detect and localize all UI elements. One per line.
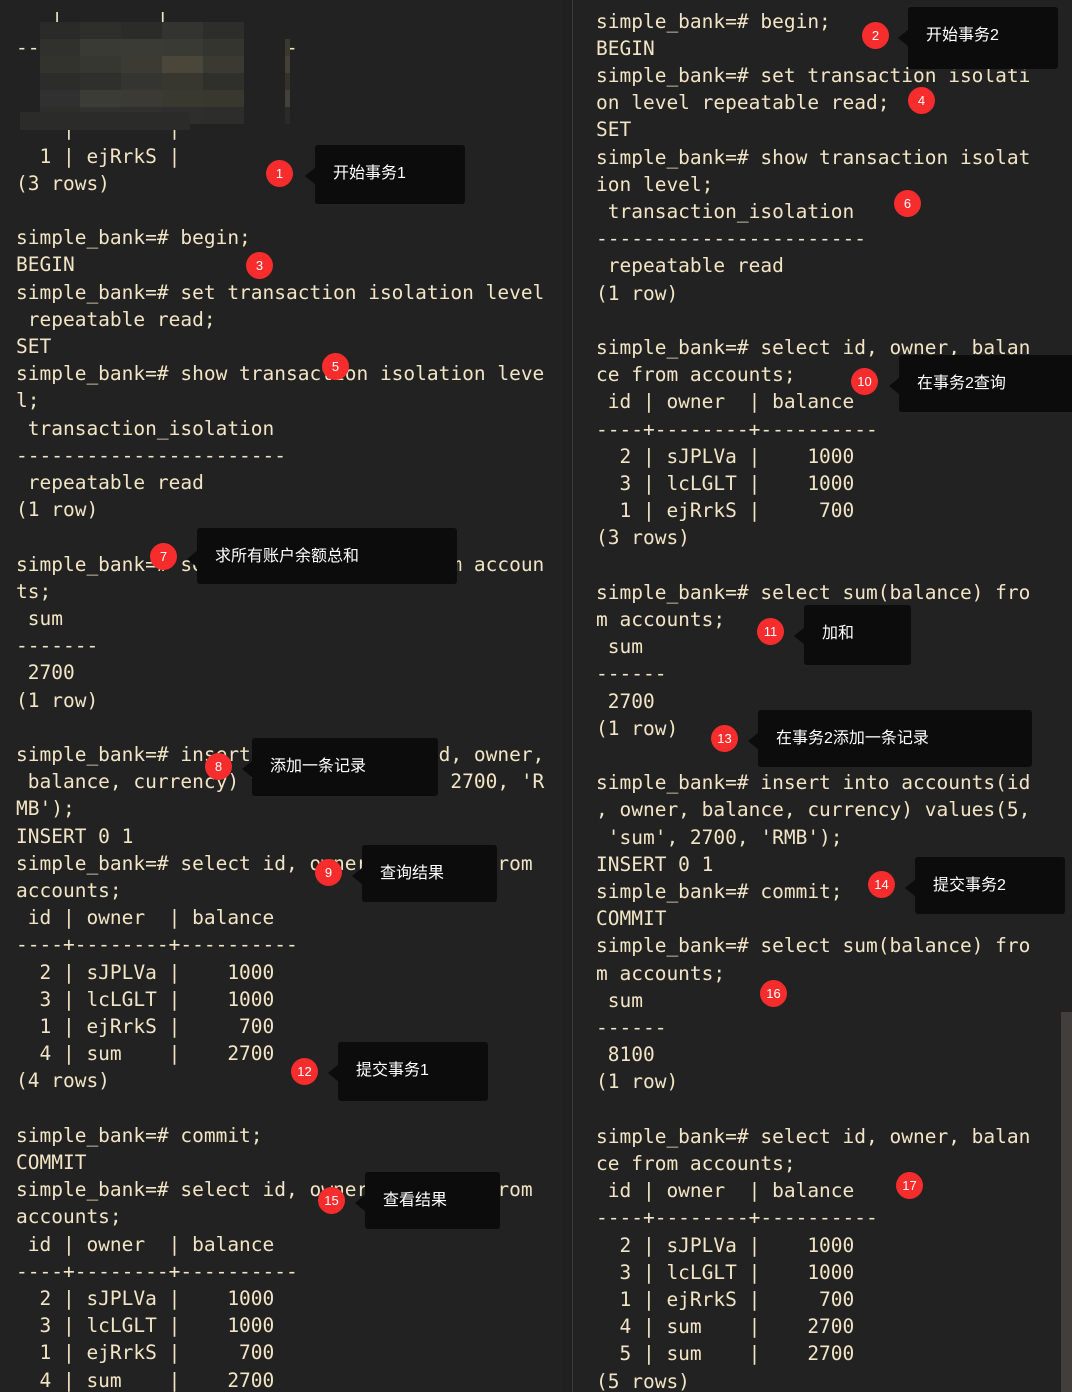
annotation-badge: 11 [757,618,784,645]
annotation-badge: 3 [246,252,273,279]
annotation-tooltip: 查询结果 [352,845,497,902]
annotation-badge: 17 [896,1172,923,1199]
annotation-badge: 5 [322,353,349,380]
annotation-badge: 8 [205,753,232,780]
annotation-badge: 16 [760,980,787,1007]
panel-divider [572,0,573,1392]
annotation-tooltip: 添加一条记录 [242,738,438,796]
terminal-output-right: simple_bank=# begin; BEGIN simple_bank=#… [596,9,1031,1392]
annotation-badge: 7 [150,543,177,570]
annotation-tooltip: 开始事务2 [898,7,1058,69]
annotation-badge: 10 [851,368,878,395]
annotation-tooltip: 提交事务1 [328,1042,488,1101]
annotation-badge: 1 [266,160,293,187]
annotation-tooltip: 在事务2添加一条记录 [748,710,1032,767]
annotation-badge: 14 [868,871,895,898]
annotation-badge: 2 [862,22,889,49]
annotation-badge: 15 [318,1187,345,1214]
annotation-badge: 12 [291,1058,318,1085]
annotation-badge: 4 [908,87,935,114]
annotation-tooltip: 提交事务2 [905,857,1065,914]
vertical-scrollbar-thumb[interactable] [1061,1012,1072,1392]
terminal-panel-right[interactable]: simple_bank=# begin; BEGIN simple_bank=#… [574,0,1072,1392]
annotation-tooltip: 查看结果 [355,1172,500,1229]
annotation-badge: 13 [711,725,738,752]
annotation-tooltip: 在事务2查询 [889,355,1072,412]
annotation-badge: 9 [315,859,342,886]
annotation-tooltip: 求所有账户余额总和 [187,528,457,584]
annotation-tooltip: 开始事务1 [305,145,465,204]
annotation-tooltip: 加和 [794,605,911,665]
vertical-scrollbar-track[interactable] [1061,0,1072,1392]
annotation-badge: 6 [894,190,921,217]
